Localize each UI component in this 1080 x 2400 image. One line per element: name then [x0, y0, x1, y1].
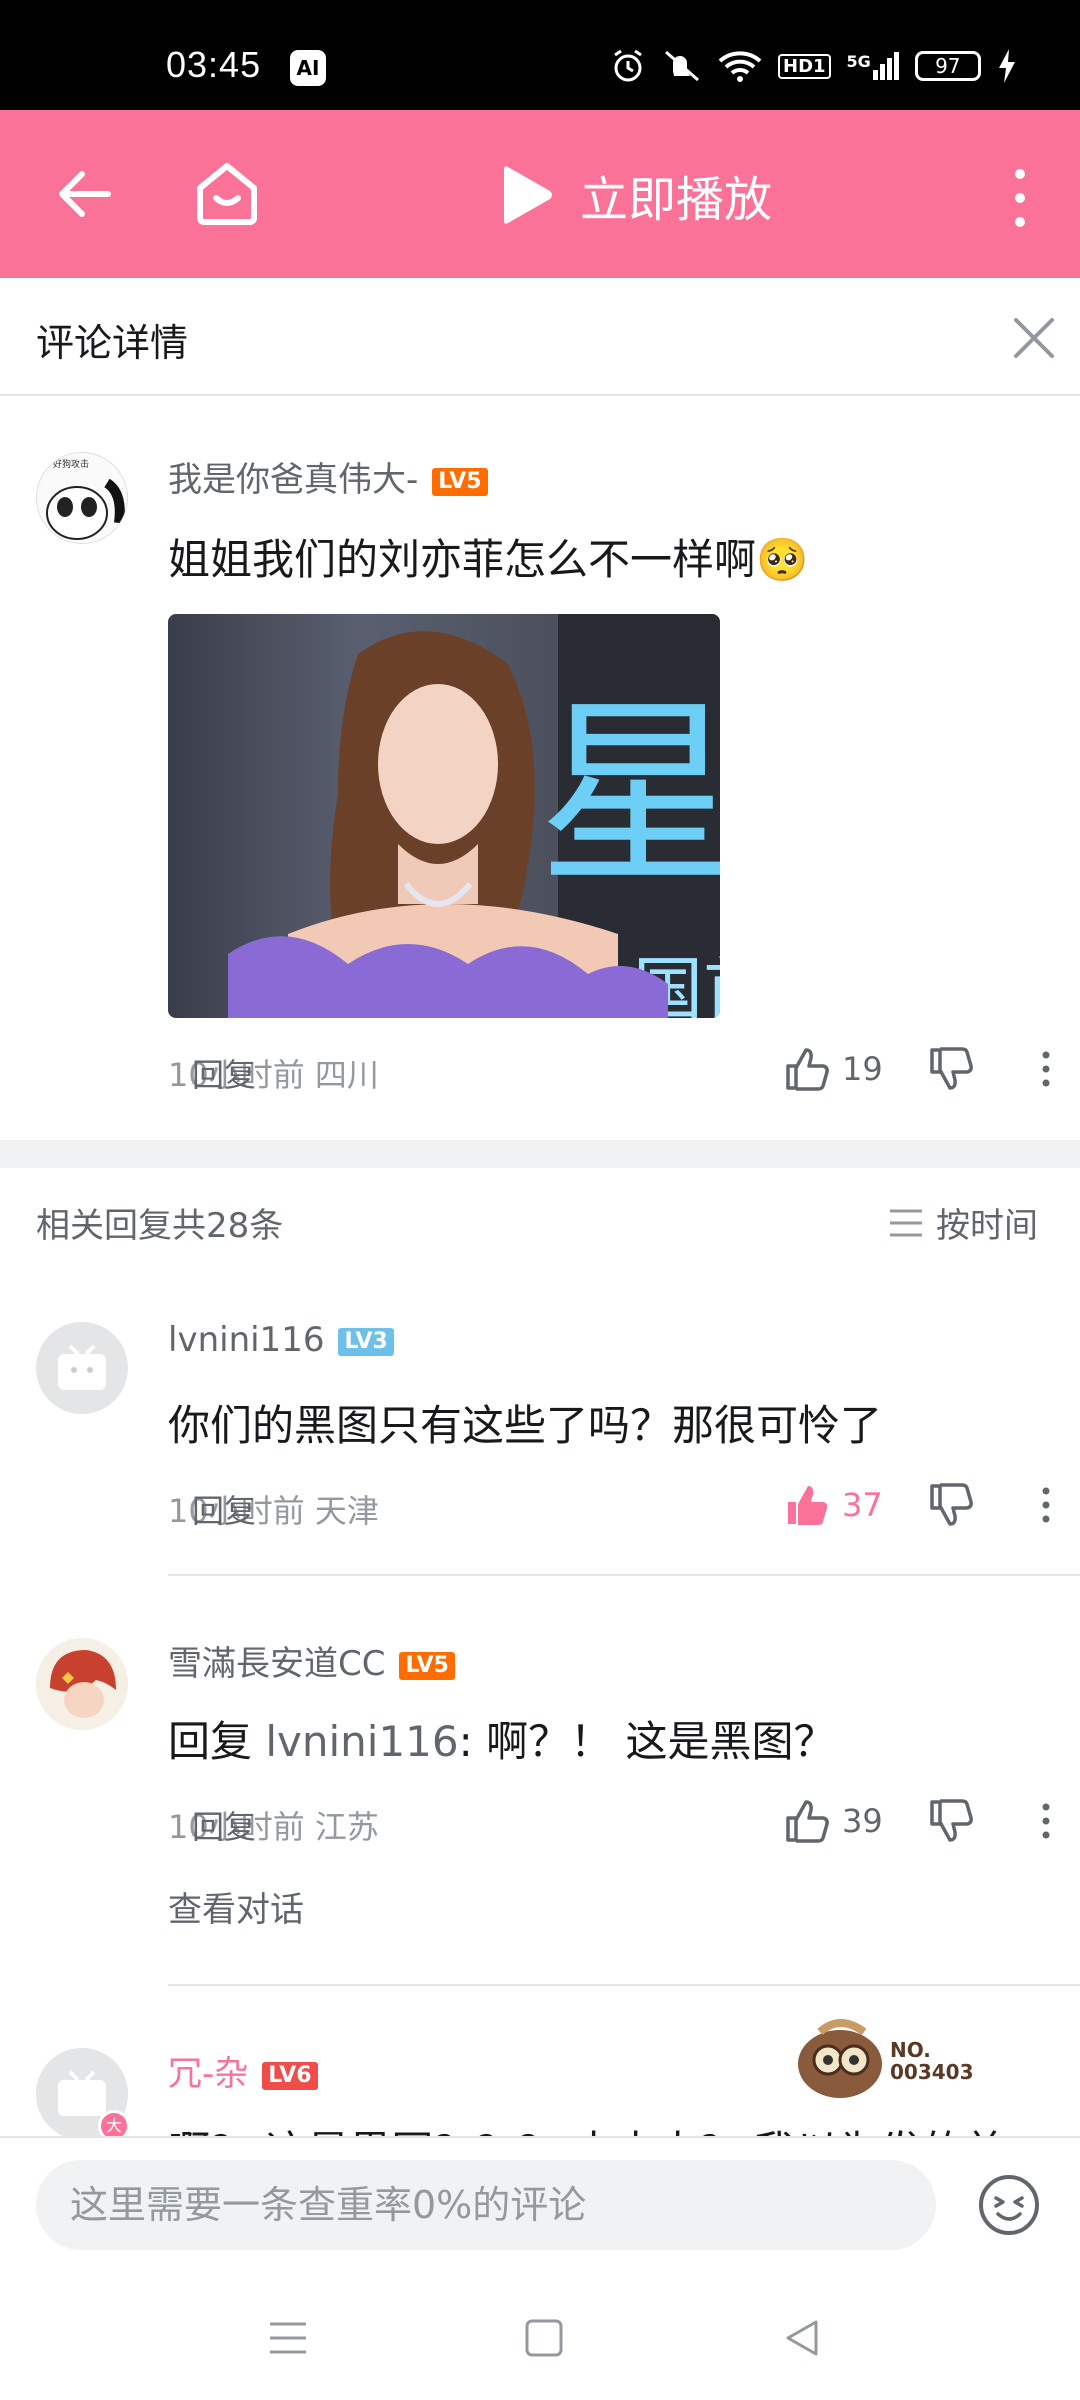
mute-icon	[665, 50, 699, 82]
more-options-icon[interactable]	[1038, 1485, 1054, 1525]
play-now-button[interactable]: 立即播放	[498, 160, 772, 230]
mention-link[interactable]: lvnini116	[265, 1717, 458, 1766]
comment-image[interactable]: 星 中国首	[168, 614, 720, 1018]
more-options-icon[interactable]	[1038, 1801, 1054, 1841]
system-navigation-bar	[0, 2276, 1080, 2400]
section-separator	[0, 1140, 1080, 1168]
reply-count: 相关回复共28条	[36, 1206, 284, 1246]
comment-meta: 10小时前 天津 回复	[168, 1486, 379, 1532]
username[interactable]: 雪滿長安道CC LV5	[168, 1636, 455, 1685]
reply-divider	[168, 1574, 1080, 1576]
reply-item: 雪滿長安道CC LV5 回复 lvnini116: 啊？！ 这是黑图？ 10小时前…	[0, 1578, 1080, 1988]
back-arrow-icon[interactable]	[52, 162, 116, 226]
username[interactable]: 我是你爸真伟大- LV5	[168, 452, 488, 501]
ai-icon: AI	[290, 50, 326, 86]
like-count: 39	[842, 1802, 883, 1840]
hd-icon: HD1	[778, 53, 831, 79]
comment-meta: 10小时前 四川 回复	[168, 1050, 379, 1096]
reply-divider	[168, 1984, 1080, 1986]
home-icon[interactable]	[192, 158, 262, 228]
comment-meta: 10小时前 江苏 回复	[168, 1802, 379, 1848]
like-count: 19	[842, 1050, 883, 1088]
dislike-icon[interactable]	[928, 1482, 974, 1528]
avatar[interactable]: 大	[36, 2048, 130, 2136]
sort-by-time-button[interactable]: 按时间	[888, 1198, 1038, 1247]
badge-number: 003403	[890, 2060, 974, 2084]
username[interactable]: lvnini116 LV3	[168, 1320, 394, 1360]
video-topbar: 立即播放	[0, 110, 1080, 278]
play-now-label: 立即播放	[580, 172, 773, 228]
play-icon	[504, 166, 552, 224]
status-bar: 03:45 AI HD1 5G 97	[0, 0, 1080, 110]
more-options-icon[interactable]	[1038, 1049, 1054, 1089]
like-count: 37	[842, 1486, 883, 1524]
avatar-caption: 好狗攻击	[53, 460, 90, 470]
level-badge: LV5	[432, 467, 488, 496]
username[interactable]: 冗-杂 LV6	[168, 2046, 318, 2095]
badge-character-icon	[798, 2019, 882, 2098]
list-icon	[890, 1209, 922, 1236]
wifi-icon	[718, 51, 762, 82]
close-icon[interactable]	[1010, 314, 1058, 362]
level-badge: LV5	[399, 1651, 455, 1680]
vip-badge: 大	[98, 2110, 130, 2136]
network-signal-icon: 5G	[847, 52, 899, 80]
comment-input-bar: 这里需要一条查重率0%的评论	[0, 2136, 1080, 2276]
anime-avatar-image	[36, 1638, 128, 1730]
comment-text: 啊？ 这是黑图？？？ 太太太？ 我以为发的美	[168, 2118, 1006, 2136]
status-icons: HD1 5G 97	[610, 48, 1017, 84]
more-vertical-icon[interactable]	[1000, 166, 1040, 230]
avatar[interactable]	[36, 1322, 128, 1414]
battery-icon: 97	[914, 51, 981, 81]
main-comment: 好狗攻击 我是你爸真伟大-LV5 姐姐我们的刘亦菲怎么不一样啊🥺 星 中国首 1…	[0, 396, 1080, 1140]
like-icon-active[interactable]	[784, 1482, 830, 1528]
comment-actions: 37	[784, 1482, 1054, 1528]
fan-badge: NO. 003403	[790, 2010, 990, 2110]
level-badge: LV6	[262, 2061, 318, 2090]
back-triangle-icon[interactable]	[780, 2316, 824, 2360]
level-badge: LV3	[338, 1327, 394, 1356]
backdrop-character: 星	[538, 679, 720, 912]
comment-actions: 19	[784, 1046, 1054, 1092]
comment-detail-header: 评论详情	[0, 278, 1080, 396]
dislike-icon[interactable]	[928, 1798, 974, 1844]
avatar[interactable]	[36, 1638, 128, 1730]
comment-actions: 39	[784, 1798, 1054, 1844]
comment-text: 回复 lvnini116: 啊？！ 这是黑图？	[168, 1717, 836, 1766]
replies-header: 相关回复共28条 按时间	[0, 1168, 1080, 1268]
default-tv-avatar-icon	[58, 1344, 106, 1390]
like-icon[interactable]	[784, 1798, 830, 1844]
home-square-icon[interactable]	[522, 2316, 566, 2360]
reply-item: lvnini116 LV3 你们的黑图只有这些了吗？那很可怜了 10小时前 天津回…	[0, 1268, 1080, 1578]
alarm-icon	[614, 49, 642, 82]
photo-illustration: 星 中国首	[228, 614, 720, 1018]
charging-icon	[998, 49, 1015, 83]
comment-text: 姐姐我们的刘亦菲怎么不一样啊🥺	[168, 535, 809, 584]
comment-text: 你们的黑图只有这些了吗？那很可怜了	[168, 1401, 883, 1450]
view-conversation-link[interactable]: 查看对话	[168, 1882, 304, 1931]
like-icon[interactable]	[784, 1046, 830, 1092]
status-time: 03:45	[166, 44, 262, 85]
page-title: 评论详情	[36, 321, 189, 365]
avatar[interactable]: 好狗攻击	[36, 452, 128, 544]
sort-label: 按时间	[936, 1206, 1038, 1246]
dislike-icon[interactable]	[928, 1046, 974, 1092]
menu-icon[interactable]	[266, 2316, 310, 2360]
emoji-icon[interactable]	[978, 2174, 1040, 2236]
comment-input[interactable]: 这里需要一条查重率0%的评论	[36, 2160, 936, 2250]
badge-no: NO.	[890, 2038, 931, 2062]
